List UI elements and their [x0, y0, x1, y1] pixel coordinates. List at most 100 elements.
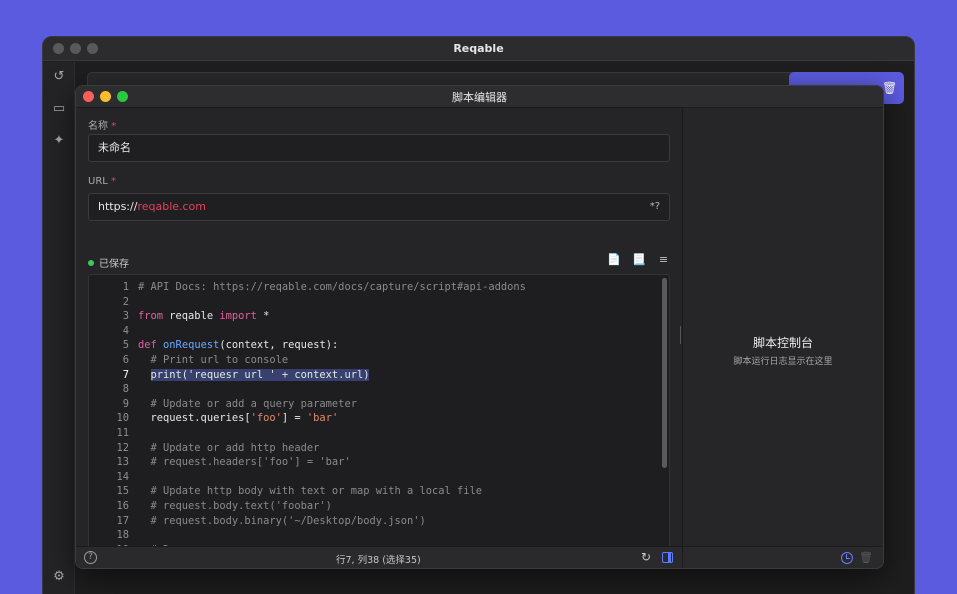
code-line: 6 # Print url to console — [89, 353, 657, 368]
code-line: 13 # request.headers['foo'] = 'bar' — [89, 455, 657, 470]
code-text: request.queries['foo'] = 'bar' — [138, 411, 339, 426]
code-token: from — [138, 310, 164, 323]
help-icon[interactable]: ? — [84, 551, 97, 564]
editor-minimize-button[interactable] — [100, 91, 111, 102]
code-token: import — [219, 310, 257, 323]
code-token: 'foo' — [250, 412, 282, 425]
status-divider — [682, 547, 683, 568]
settings-icon[interactable]: ⚙ — [52, 570, 66, 584]
zoom-window-button[interactable] — [87, 43, 98, 54]
code-token: def — [138, 339, 157, 352]
clear-console-icon[interactable]: 🗑 — [859, 551, 873, 564]
history-icon[interactable]: ↺ — [52, 70, 66, 84]
url-host: reqable.com — [137, 200, 207, 213]
code-text: # request.body.text('foobar') — [138, 499, 332, 514]
line-number: 16 — [116, 500, 129, 512]
code-token: # API Docs: https://reqable.com/docs/cap… — [138, 281, 526, 293]
console-title: 脚本控制台 — [752, 336, 813, 350]
code-line: 17 # request.body.binary('~/Desktop/body… — [89, 514, 657, 529]
cursor-position: 行7, 列38 (选择35) — [336, 555, 421, 566]
code-line: 7 print('requesr url ' + context.url) — [89, 368, 657, 383]
code-token: * — [256, 310, 270, 323]
console-subtitle: 脚本运行日志显示在这里 — [733, 357, 833, 367]
code-token: request.queries[ — [138, 412, 251, 425]
line-number: 15 — [116, 485, 129, 498]
editor-tools: 📄 📃 ≡ — [607, 253, 670, 266]
line-number: 13 — [116, 456, 129, 469]
import-file-icon[interactable]: 📄 — [607, 253, 621, 266]
saved-dot-icon — [88, 259, 94, 266]
tools-icon[interactable]: ✦ — [52, 134, 66, 148]
minimize-window-button[interactable] — [70, 43, 81, 54]
line-number: 12 — [116, 441, 129, 454]
editor-close-button[interactable] — [83, 91, 94, 102]
line-number: 4 — [122, 324, 129, 337]
trash-icon[interactable]: 🗑 — [882, 80, 897, 96]
code-token: # request.body.text('foobar') — [138, 500, 332, 512]
app-title: Reqable — [453, 42, 504, 55]
line-number: 7 — [122, 368, 129, 381]
refresh-icon[interactable]: ↻ — [641, 550, 651, 564]
code-text: # Update or add http header — [138, 441, 320, 456]
url-label-text: URL — [88, 176, 108, 187]
code-token: ] = — [281, 412, 307, 425]
url-input[interactable]: https://reqable.com *? — [88, 193, 670, 221]
code-line: 3 from reqable import * — [89, 309, 657, 324]
code-line: 1 # API Docs: https://reqable.com/docs/ca… — [89, 280, 657, 295]
url-wildcard-suffix: *? — [649, 201, 660, 212]
code-token: print('requesr url ' + context.url) — [150, 368, 370, 381]
line-number: 9 — [122, 397, 129, 410]
code-text: # Update or add a query parameter — [138, 397, 357, 412]
code-line: 11 — [89, 426, 657, 441]
line-number: 18 — [116, 529, 129, 542]
code-token: # Update http body with text or map with… — [138, 485, 483, 498]
editor-zoom-button[interactable] — [117, 91, 128, 102]
code-token: # Print url to console — [138, 354, 289, 366]
line-number: 14 — [116, 470, 129, 483]
code-text: # request.body.binary('~/Desktop/body.js… — [138, 514, 426, 529]
window-controls — [53, 43, 98, 54]
code-token: # request.body.binary('~/Desktop/body.js… — [138, 514, 426, 527]
code-line: 4 — [89, 324, 657, 339]
line-number: 3 — [122, 310, 129, 323]
name-input-value: 未命名 — [98, 141, 131, 154]
code-token: # Update or add a query parameter — [138, 397, 357, 410]
close-window-button[interactable] — [53, 43, 64, 54]
required-mark: * — [111, 176, 117, 187]
name-label-text: 名称 — [88, 121, 108, 132]
app-titlebar: Reqable — [43, 37, 914, 61]
clock-icon[interactable] — [841, 552, 853, 564]
wrap-lines-icon[interactable]: ≡ — [657, 253, 670, 266]
code-line: 18 — [89, 528, 657, 543]
code-text: # Print url to console — [138, 353, 289, 368]
code-editor[interactable]: 1 # API Docs: https://reqable.com/docs/ca… — [88, 274, 670, 568]
export-file-icon[interactable]: 📃 — [632, 253, 646, 266]
code-line: 5 def onRequest(context, request): — [89, 338, 657, 353]
editor-title: 脚本编辑器 — [452, 90, 507, 104]
window-icon[interactable]: ▭ — [52, 102, 66, 116]
console-pane: 脚本控制台 脚本运行日志显示在这里 — [682, 108, 883, 546]
code-line: 8 — [89, 382, 657, 397]
editor-window-controls — [83, 91, 128, 102]
code-scrollbar[interactable] — [662, 278, 667, 468]
line-number: 8 — [122, 383, 129, 396]
editor-left-pane: 名称 * 未命名 URL * https://reqable.com *? 已保… — [76, 108, 682, 568]
line-number: 17 — [116, 514, 129, 527]
code-text: from reqable import * — [138, 309, 269, 324]
code-line: 9 # Update or add a query parameter — [89, 397, 657, 412]
status-bar: ? 行7, 列38 (选择35) ↻ 🗑 — [76, 546, 883, 568]
line-number: 5 — [122, 339, 129, 352]
toggle-panel-icon[interactable] — [662, 552, 673, 563]
line-number: 6 — [122, 354, 129, 366]
save-status: 已保存 — [88, 255, 129, 270]
url-scheme: https:// — [98, 200, 138, 213]
code-token: (context, request): — [219, 339, 339, 352]
code-line: 16 # request.body.text('foobar') — [89, 499, 657, 514]
line-number: 10 — [116, 412, 129, 425]
app-sidebar: ↺ ▭ ✦ ⚙ — [43, 62, 75, 594]
code-text: # API Docs: https://reqable.com/docs/cap… — [138, 280, 526, 295]
line-number: 11 — [116, 427, 129, 439]
editor-titlebar: 脚本编辑器 — [76, 86, 883, 108]
name-input[interactable]: 未命名 — [88, 134, 670, 162]
